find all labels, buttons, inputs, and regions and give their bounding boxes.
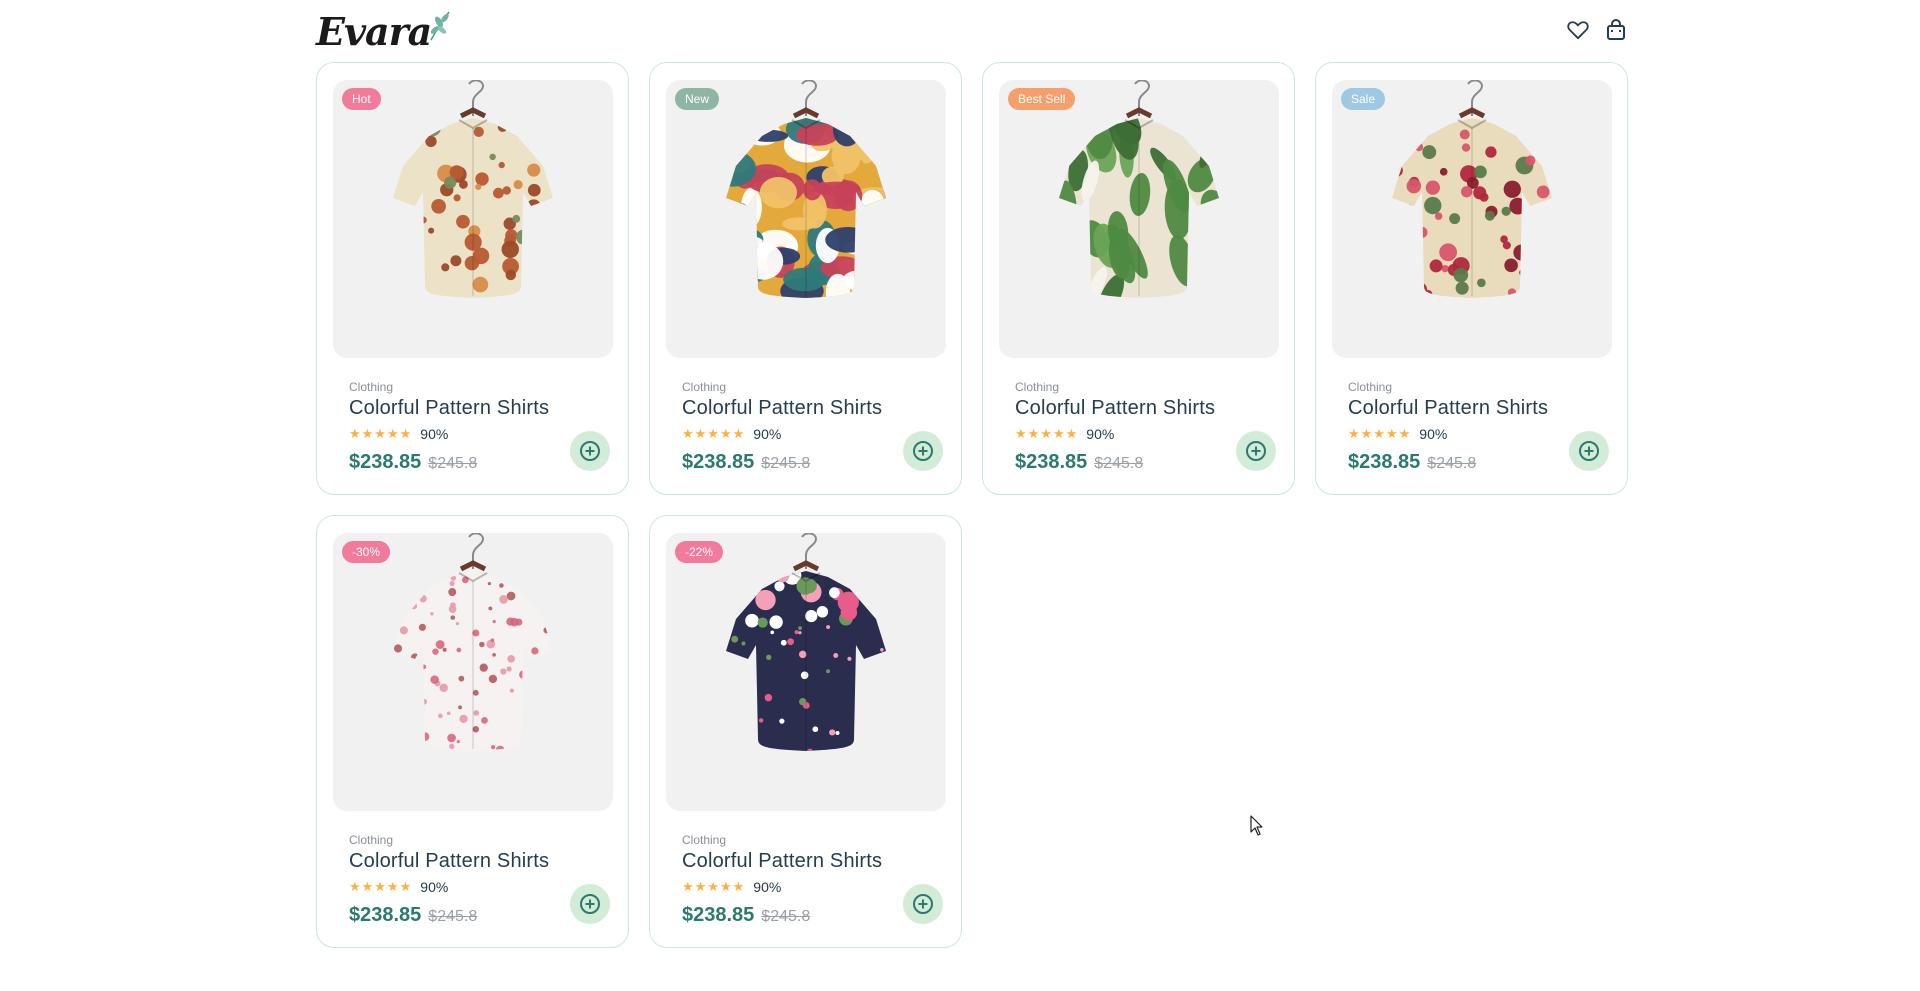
plus-circle-icon	[913, 894, 933, 914]
star-rating-icon: ★★★★★	[349, 879, 413, 894]
product-badge: New	[675, 88, 720, 110]
product-image[interactable]: -30%	[333, 533, 613, 811]
product-badge: Best Sell	[1008, 88, 1076, 110]
add-to-cart-button[interactable]	[1569, 431, 1609, 471]
product-old-price: $245.8	[1427, 455, 1477, 472]
product-image[interactable]: Sale	[1332, 80, 1612, 358]
product-rating: ★★★★★ 90%	[349, 426, 609, 442]
product-card[interactable]: Hot Clothing Colorful Pattern Shirts ★★★…	[316, 62, 629, 495]
leaf-icon	[430, 11, 450, 41]
product-badge: -22%	[675, 541, 724, 563]
plus-circle-icon	[1579, 441, 1599, 461]
product-old-price: $245.8	[761, 455, 811, 472]
add-to-cart-button[interactable]	[903, 884, 943, 924]
star-rating-icon: ★★★★★	[349, 426, 413, 441]
product-price: $238.85	[349, 904, 422, 926]
product-old-price: $245.8	[1094, 455, 1144, 472]
product-card[interactable]: Sale Clothing Colorful Pattern Shirts ★★…	[1315, 62, 1628, 495]
rating-value: 90%	[753, 879, 782, 895]
shopping-bag-icon[interactable]	[1604, 18, 1628, 42]
product-price: $238.85	[682, 451, 755, 473]
product-name[interactable]: Colorful Pattern Shirts	[682, 850, 942, 873]
logo-text: Evara	[316, 8, 432, 54]
product-price: $238.85	[1015, 451, 1088, 473]
heart-icon[interactable]	[1566, 18, 1590, 42]
mouse-cursor-icon	[1250, 815, 1263, 836]
add-to-cart-button[interactable]	[903, 431, 943, 471]
product-card[interactable]: New Clothing Colorful Pattern Shirts ★★★…	[649, 62, 962, 495]
product-rating: ★★★★★ 90%	[1348, 426, 1608, 442]
product-name[interactable]: Colorful Pattern Shirts	[1348, 397, 1608, 420]
product-price: $238.85	[682, 904, 755, 926]
product-category[interactable]: Clothing	[682, 380, 942, 394]
rating-value: 90%	[753, 426, 782, 442]
product-badge: Hot	[342, 88, 381, 110]
product-price: $238.85	[1348, 451, 1421, 473]
product-card[interactable]: -30% Clothing Colorful Pattern Shirts ★★…	[316, 515, 629, 948]
star-rating-icon: ★★★★★	[682, 879, 746, 894]
plus-circle-icon	[1246, 441, 1266, 461]
star-rating-icon: ★★★★★	[1015, 426, 1079, 441]
product-name[interactable]: Colorful Pattern Shirts	[1015, 397, 1275, 420]
plus-circle-icon	[913, 441, 933, 461]
add-to-cart-button[interactable]	[570, 884, 610, 924]
product-category[interactable]: Clothing	[1015, 380, 1275, 394]
product-price: $238.85	[349, 451, 422, 473]
product-category[interactable]: Clothing	[1348, 380, 1608, 394]
product-name[interactable]: Colorful Pattern Shirts	[682, 397, 942, 420]
product-image[interactable]: New	[666, 80, 946, 358]
product-name[interactable]: Colorful Pattern Shirts	[349, 397, 609, 420]
rating-value: 90%	[420, 426, 449, 442]
plus-circle-icon	[580, 894, 600, 914]
star-rating-icon: ★★★★★	[682, 426, 746, 441]
product-rating: ★★★★★ 90%	[1015, 426, 1275, 442]
product-old-price: $245.8	[428, 455, 478, 472]
add-to-cart-button[interactable]	[570, 431, 610, 471]
product-name[interactable]: Colorful Pattern Shirts	[349, 850, 609, 873]
logo[interactable]: Evara	[316, 8, 453, 54]
product-rating: ★★★★★ 90%	[682, 426, 942, 442]
rating-value: 90%	[1086, 426, 1115, 442]
product-card[interactable]: Best Sell Clothing Colorful Pattern Shir…	[982, 62, 1295, 495]
product-category[interactable]: Clothing	[349, 833, 609, 847]
product-image[interactable]: Best Sell	[999, 80, 1279, 358]
product-image[interactable]: -22%	[666, 533, 946, 811]
rating-value: 90%	[420, 879, 449, 895]
product-rating: ★★★★★ 90%	[349, 879, 609, 895]
product-image[interactable]: Hot	[333, 80, 613, 358]
site-header: Evara	[316, 8, 1628, 54]
plus-circle-icon	[580, 441, 600, 461]
product-old-price: $245.8	[761, 908, 811, 925]
rating-value: 90%	[1419, 426, 1448, 442]
product-badge: -30%	[342, 541, 391, 563]
product-old-price: $245.8	[428, 908, 478, 925]
add-to-cart-button[interactable]	[1236, 431, 1276, 471]
product-card[interactable]: -22% Clothing Colorful Pattern Shirts ★★…	[649, 515, 962, 948]
product-category[interactable]: Clothing	[682, 833, 942, 847]
product-badge: Sale	[1341, 88, 1386, 110]
star-rating-icon: ★★★★★	[1348, 426, 1412, 441]
product-category[interactable]: Clothing	[349, 380, 609, 394]
product-rating: ★★★★★ 90%	[682, 879, 942, 895]
